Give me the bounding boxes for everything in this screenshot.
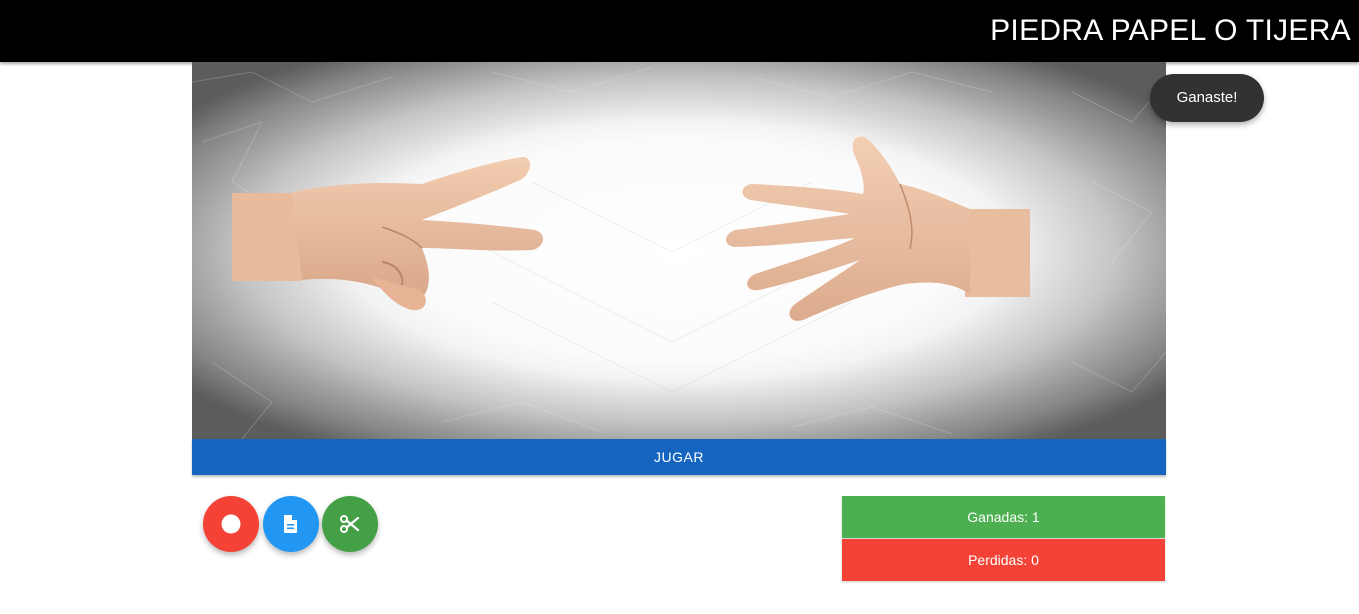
play-button[interactable]: JUGAR xyxy=(192,439,1166,475)
app-title: PIEDRA PAPEL O TIJERA xyxy=(990,14,1351,47)
result-toast: Ganaste! xyxy=(1150,74,1264,122)
scissors-icon xyxy=(340,515,360,533)
scissors-choice-button[interactable] xyxy=(322,496,378,552)
losses-counter: Perdidas: 0 xyxy=(842,539,1165,581)
paper-choice-button[interactable] xyxy=(263,496,319,552)
record-circle-icon xyxy=(221,514,241,534)
game-stage xyxy=(192,62,1166,439)
rock-choice-button[interactable] xyxy=(203,496,259,552)
document-icon xyxy=(284,515,297,533)
paper-hand-image xyxy=(726,136,1030,321)
top-navbar: PIEDRA PAPEL O TIJERA xyxy=(0,0,1359,62)
scissors-hand-image xyxy=(232,156,544,311)
wins-counter: Ganadas: 1 xyxy=(842,496,1165,538)
